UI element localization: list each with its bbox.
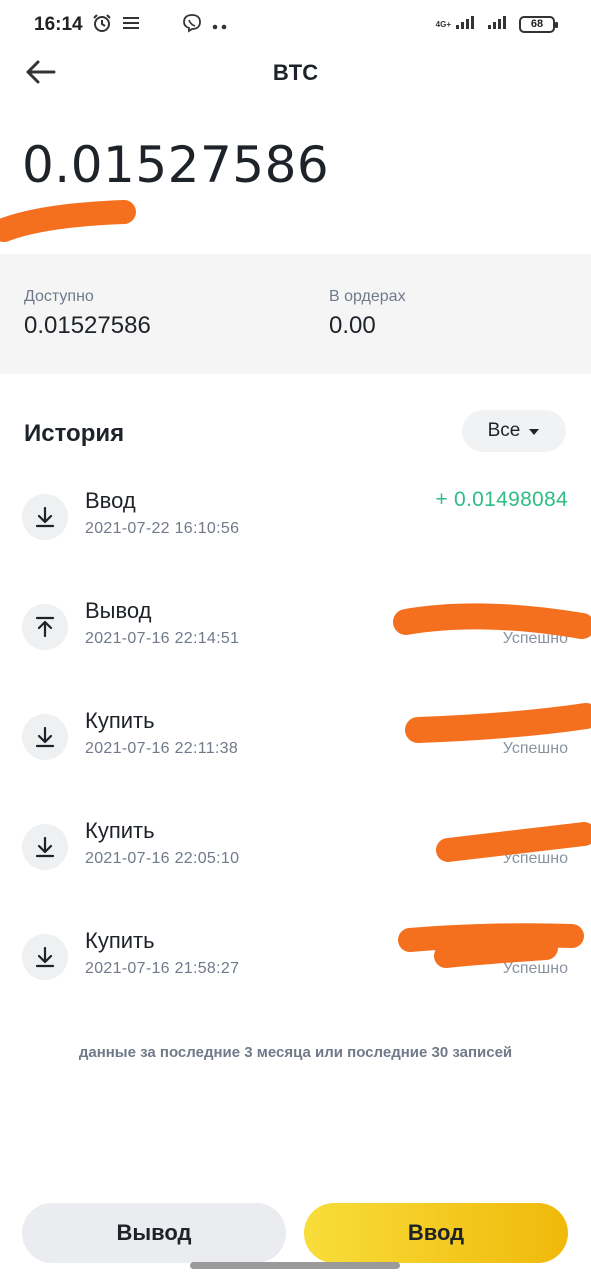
history-title: История [24, 420, 125, 447]
transaction-row[interactable]: Ввод 2021-07-22 16:10:56 + 0.01498084 [0, 488, 591, 584]
history-footer-note: данные за последние 3 месяца или последн… [78, 1044, 513, 1061]
home-indicator[interactable] [190, 1262, 400, 1269]
transaction-date: 2021-07-22 16:10:56 [85, 520, 240, 537]
transaction-type: Вывод [85, 598, 152, 623]
transaction-date: 2021-07-16 21:58:27 [85, 960, 240, 977]
status-bar: 16:14 4G+ 68 [0, 0, 591, 48]
arrow-up-tray-icon [22, 604, 68, 650]
in-orders-block: В ордерах 0.00 [329, 288, 406, 340]
transaction-type: Купить [85, 928, 155, 953]
network-type: 4G+ [435, 19, 451, 29]
withdraw-button[interactable]: Вывод [22, 1203, 286, 1263]
transaction-type: Купить [85, 708, 155, 733]
arrow-down-tray-icon [22, 714, 68, 760]
deposit-button[interactable]: Ввод [304, 1203, 568, 1263]
transaction-type: Купить [85, 818, 155, 843]
transaction-date: 2021-07-16 22:11:38 [85, 740, 239, 757]
redaction-mark [398, 923, 584, 968]
app-header: BTC [0, 48, 591, 98]
redaction-mark [0, 200, 136, 242]
transaction-amount: + 0.01498084 [435, 488, 568, 511]
battery-icon: 68 [519, 16, 558, 33]
history-filter-dropdown[interactable]: Все [462, 410, 566, 452]
available-label: Доступно [24, 288, 94, 305]
status-time: 16:14 [34, 14, 83, 35]
viber-icon [182, 13, 202, 38]
redaction-mark [436, 822, 591, 862]
total-balance: 0.01527586 [22, 136, 330, 194]
page-title: BTC [272, 60, 319, 85]
more-dots-icon [212, 17, 228, 35]
transaction-date: 2021-07-16 22:14:51 [85, 630, 240, 647]
filter-label: Все [487, 420, 521, 441]
in-orders-value: 0.00 [329, 312, 376, 339]
signal-icon-2 [487, 14, 513, 35]
signal-icon [455, 14, 481, 35]
available-block: Доступно 0.01527586 [24, 288, 151, 340]
transaction-type: Ввод [85, 488, 136, 513]
arrow-down-tray-icon [22, 824, 68, 870]
redaction-mark [405, 703, 591, 743]
redaction-mark [393, 603, 591, 639]
transaction-date: 2021-07-16 22:05:10 [85, 850, 240, 867]
caret-down-icon [528, 420, 540, 442]
in-orders-label: В ордерах [329, 288, 406, 305]
menu-lines-icon [122, 16, 140, 35]
available-value: 0.01527586 [24, 312, 151, 339]
arrow-down-tray-icon [22, 934, 68, 980]
arrow-down-tray-icon [22, 494, 68, 540]
alarm-icon [92, 13, 112, 38]
balance-summary: Доступно 0.01527586 В ордерах 0.00 [0, 254, 591, 374]
